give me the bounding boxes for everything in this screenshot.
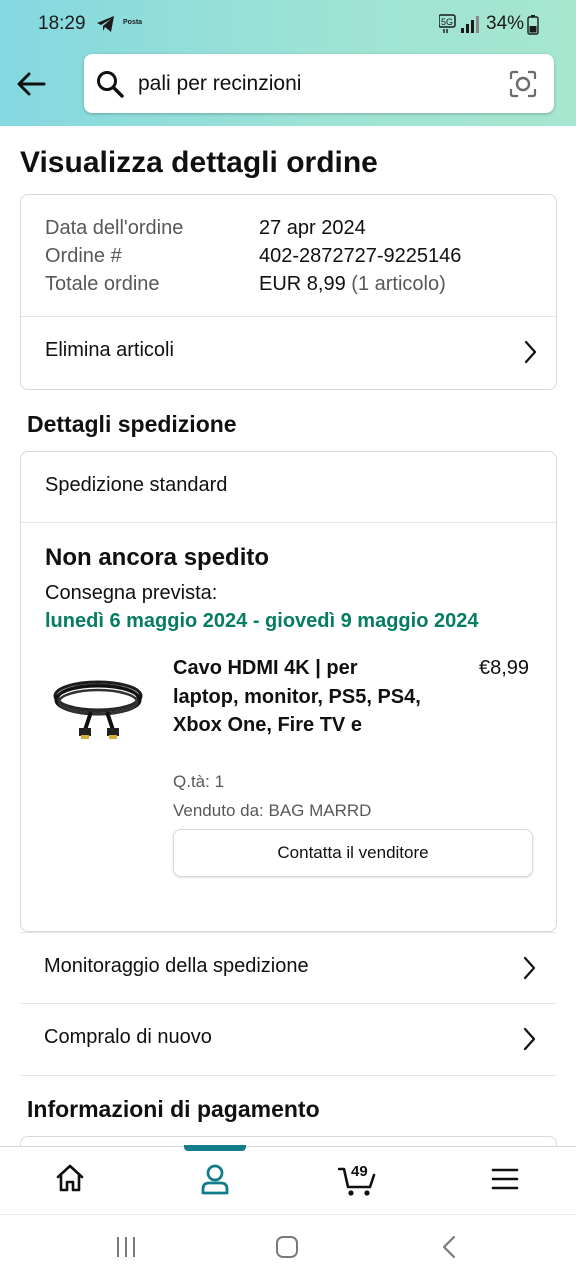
home-icon[interactable] — [55, 1163, 85, 1193]
divider — [20, 1075, 557, 1076]
back-button-icon[interactable] — [440, 1235, 460, 1259]
delivery-dates: lunedì 6 maggio 2024 - giovedì 9 maggio … — [45, 610, 479, 632]
system-navigation-bar — [0, 1214, 576, 1280]
active-tab-indicator — [184, 1145, 246, 1151]
recent-apps-icon[interactable] — [114, 1235, 138, 1259]
shipping-card: Spedizione standard Non ancora spedito C… — [20, 451, 557, 932]
search-input[interactable]: pali per recinzioni — [138, 72, 301, 96]
product-seller: Venduto da: BAG MARRD — [173, 801, 372, 820]
battery-icon — [527, 15, 539, 35]
camera-search-icon[interactable] — [509, 70, 537, 98]
bottom-navigation: 49 — [0, 1145, 576, 1214]
order-number-label: Ordine # — [45, 245, 122, 267]
product-quantity: Q.tà: 1 — [173, 772, 225, 791]
chevron-right-icon — [524, 340, 537, 364]
page-title: Visualizza dettagli ordine — [20, 146, 378, 179]
delete-items-label: Elimina articoli — [45, 339, 174, 361]
app-header: 18:29 Posta 5G 34% pali per recinzioni — [0, 0, 576, 126]
order-number-value: 402-2872727-9225146 — [259, 245, 462, 267]
order-date-label: Data dell'ordine — [45, 217, 184, 239]
tracking-label: Monitoraggio della spedizione — [44, 955, 309, 977]
status-bar: 18:29 Posta 5G 34% — [0, 0, 576, 50]
product-image-hdmi-cable[interactable] — [51, 672, 145, 742]
telegram-icon — [97, 16, 114, 32]
payment-heading: Informazioni di pagamento — [27, 1096, 320, 1122]
search-bar[interactable]: pali per recinzioni — [84, 54, 554, 113]
chevron-right-icon — [523, 956, 536, 980]
shipment-status: Non ancora spedito — [45, 544, 270, 571]
order-date-value: 27 apr 2024 — [259, 217, 366, 239]
signal-icon: 5G — [439, 14, 479, 33]
order-total-amount: EUR 8,99 — [259, 273, 346, 295]
order-total-label: Totale ordine — [45, 273, 160, 295]
buy-again-label: Compralo di nuovo — [44, 1026, 212, 1048]
divider — [21, 522, 556, 523]
account-icon[interactable] — [200, 1163, 230, 1195]
buy-again-row[interactable]: Compralo di nuovo — [20, 1003, 557, 1074]
status-time: 18:29 — [38, 13, 86, 34]
order-total-items: (1 articolo) — [351, 273, 446, 295]
delivery-label: Consegna prevista: — [45, 582, 218, 604]
shipping-type: Spedizione standard — [45, 474, 228, 496]
posta-notification-icon: Posta — [123, 19, 143, 26]
shipping-heading: Dettagli spedizione — [27, 411, 237, 437]
tracking-row[interactable]: Monitoraggio della spedizione — [20, 932, 557, 1003]
back-arrow-icon[interactable] — [14, 66, 50, 102]
search-icon — [97, 71, 124, 98]
battery-percent: 34% — [486, 13, 525, 34]
order-total-value: EUR 8,99 (1 articolo) — [259, 273, 446, 296]
home-button-icon[interactable] — [275, 1235, 299, 1259]
menu-icon[interactable] — [491, 1167, 519, 1191]
contact-seller-button[interactable]: Contatta il venditore — [173, 829, 533, 877]
delete-items-row[interactable]: Elimina articoli — [21, 317, 556, 389]
cart-count-badge: 49 — [351, 1163, 368, 1180]
product-price: €8,99 — [479, 657, 530, 679]
order-summary-card: Data dell'ordine 27 apr 2024 Ordine # 40… — [20, 194, 557, 390]
chevron-right-icon — [523, 1027, 536, 1051]
product-title[interactable]: Cavo HDMI 4K | per laptop, monitor, PS5,… — [173, 654, 423, 740]
network-type: 5G — [441, 17, 453, 27]
